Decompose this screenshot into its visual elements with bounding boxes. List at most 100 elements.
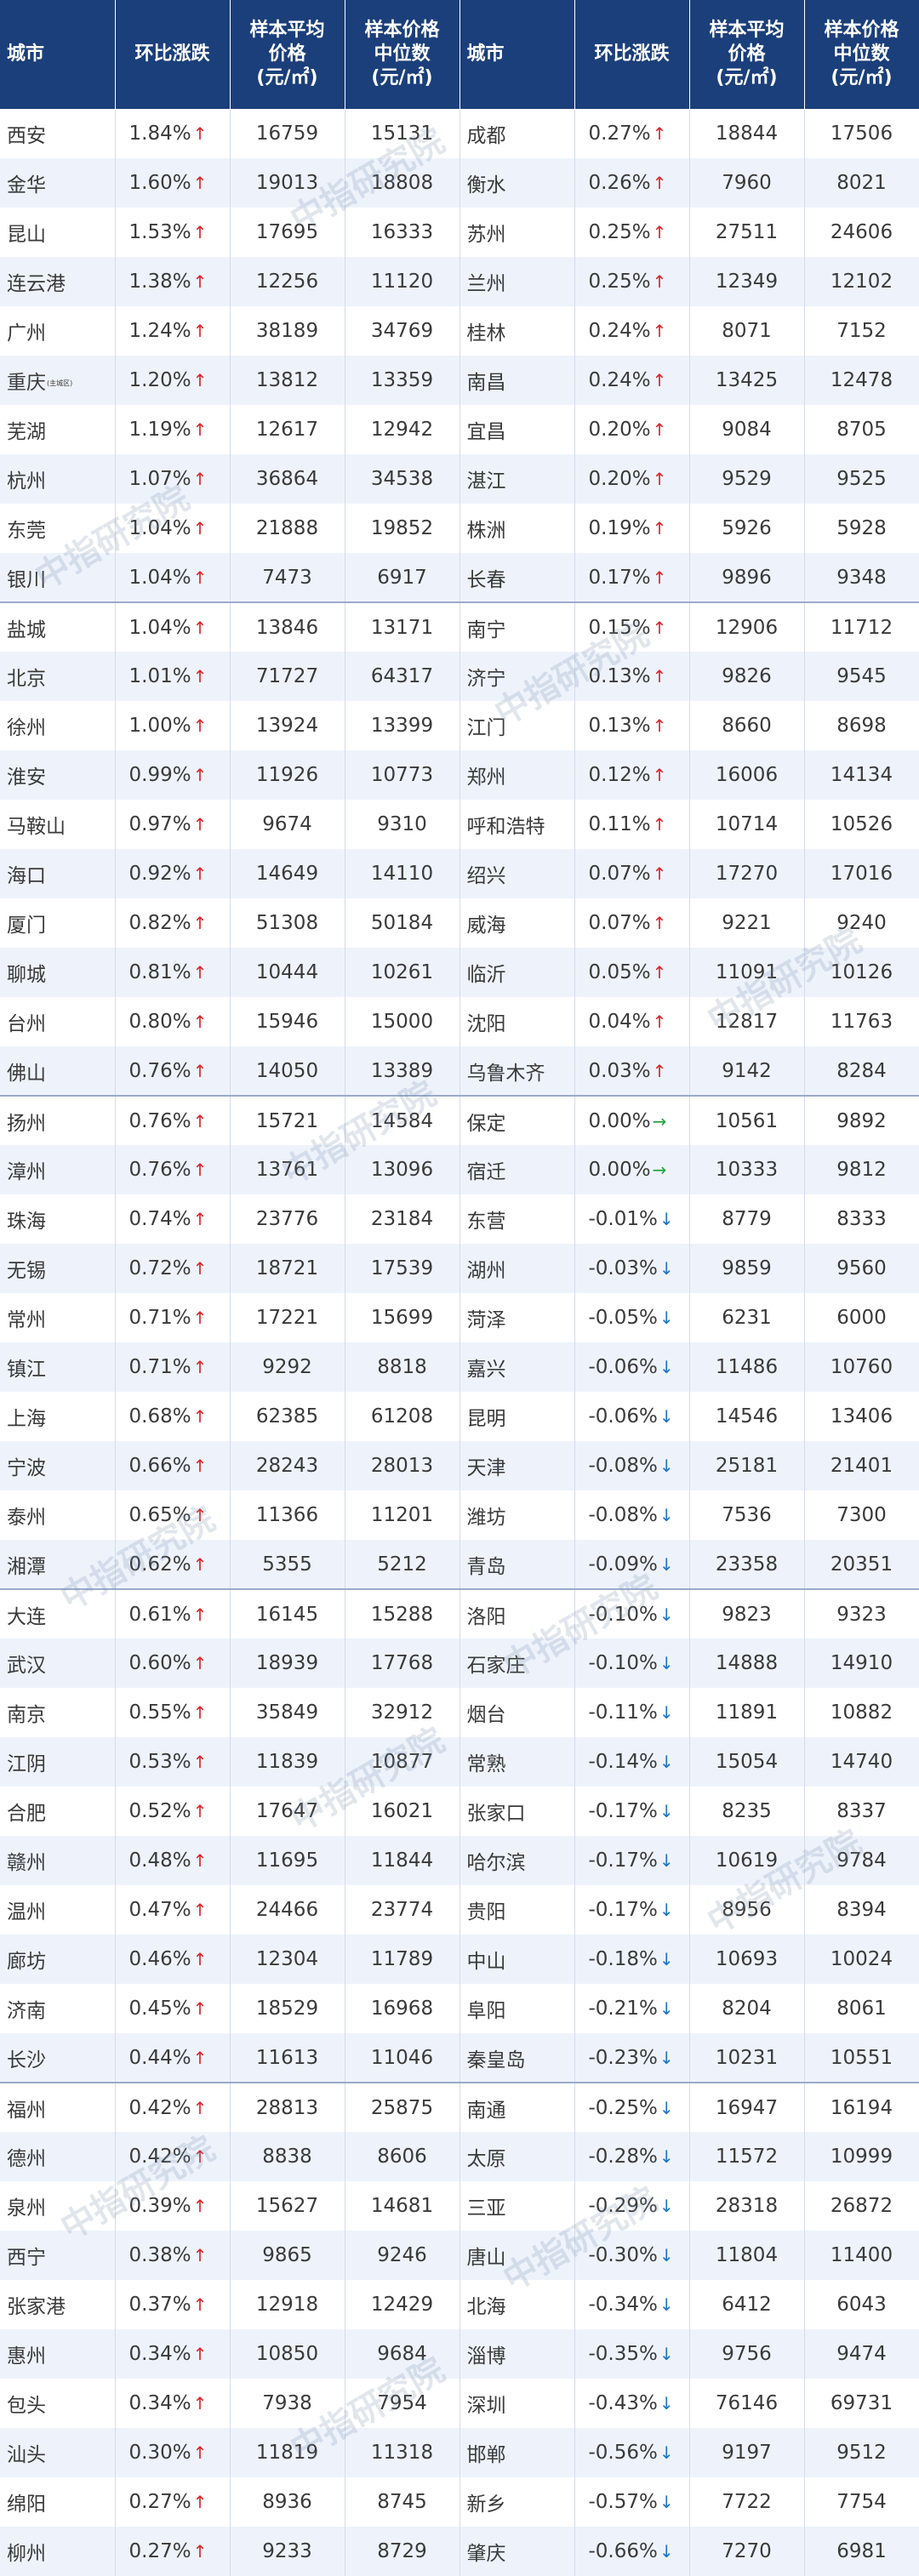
median-price-cell: 10877 xyxy=(345,1737,460,1787)
city-name: 洛阳 xyxy=(466,1605,506,1628)
median-price-cell: 18808 xyxy=(345,158,460,208)
arrow-up-icon: ↑ xyxy=(192,617,208,638)
change-cell: 1.01% ↑ xyxy=(115,652,231,701)
table-body: 西安 1.84% ↑ 16759 15131 成都 0.27% ↑ 18844 17506 金华 1.… xyxy=(0,109,919,2576)
city-cell: 长春 xyxy=(460,553,575,602)
table-row: 福州 0.42% ↑ 28813 25875 南通 -0.25% ↓ 16947 16194 xyxy=(0,2082,919,2132)
median-price-cell: 9560 xyxy=(804,1244,919,1293)
avg-price-cell: 14888 xyxy=(689,1638,805,1688)
city-cell: 沈阳 xyxy=(460,997,575,1046)
median-price-cell: 12942 xyxy=(345,405,460,454)
avg-price-cell: 16759 xyxy=(230,109,345,158)
table-row: 芜湖 1.19% ↑ 12617 12942 宜昌 0.20% ↑ 9084 8705 xyxy=(0,405,919,454)
city-cell: 江阴 xyxy=(0,1737,116,1787)
arrow-up-icon: ↑ xyxy=(192,1060,208,1081)
city-name: 上海 xyxy=(7,1408,46,1430)
arrow-up-icon: ↑ xyxy=(192,913,208,933)
change-cell: 0.81% ↑ xyxy=(115,948,231,997)
avg-price-cell: 11804 xyxy=(689,2231,805,2280)
city-cell: 嘉兴 xyxy=(460,1342,575,1392)
avg-price-cell: 11839 xyxy=(230,1737,345,1787)
avg-price-cell: 8235 xyxy=(689,1787,805,1836)
change-cell: -0.29% ↓ xyxy=(574,2181,690,2231)
avg-price-cell: 11926 xyxy=(230,750,345,800)
median-price-cell: 13389 xyxy=(345,1046,460,1096)
change-value: -0.23% xyxy=(588,2046,658,2069)
median-price-cell: 7152 xyxy=(804,306,919,356)
median-price-cell: 12429 xyxy=(345,2280,460,2329)
arrow-up-icon: ↑ xyxy=(192,2245,208,2265)
change-cell: -0.17% ↓ xyxy=(574,1885,690,1935)
change-cell: 0.66% ↑ xyxy=(115,1441,231,1490)
median-price-cell: 7754 xyxy=(804,2477,919,2527)
change-value: -0.03% xyxy=(588,1257,658,1279)
avg-price-cell: 36864 xyxy=(230,454,345,504)
change-value: 1.60% xyxy=(128,172,191,194)
median-price-cell: 9784 xyxy=(804,1836,919,1885)
table-row: 银川 1.04% ↑ 7473 6917 长春 0.17% ↑ 9896 9348 xyxy=(0,553,919,602)
table-row: 徐州 1.00% ↑ 13924 13399 江门 0.13% ↑ 8660 8698 xyxy=(0,701,919,750)
change-cell: 0.39% ↑ xyxy=(115,2181,231,2231)
change-value: 1.19% xyxy=(128,419,191,441)
city-name: 东莞 xyxy=(7,520,46,542)
city-name: 肇庆 xyxy=(466,2543,506,2565)
change-value: 0.82% xyxy=(128,912,191,934)
city-name: 金华 xyxy=(7,174,46,197)
change-cell: 0.13% ↑ xyxy=(574,652,690,701)
change-cell: -0.17% ↓ xyxy=(574,1836,690,1885)
arrow-up-icon: ↑ xyxy=(192,1406,208,1427)
median-price-cell: 14134 xyxy=(804,750,919,800)
city-cell: 湛江 xyxy=(460,454,575,504)
city-name: 保定 xyxy=(466,1112,506,1135)
median-price-cell: 9684 xyxy=(345,2329,460,2379)
median-price-cell: 8745 xyxy=(345,2477,460,2527)
arrow-up-icon: ↑ xyxy=(192,1110,208,1131)
arrow-up-icon: ↑ xyxy=(192,1357,208,1377)
change-value: -0.18% xyxy=(588,1948,658,1970)
median-price-cell: 9512 xyxy=(804,2428,919,2477)
change-value: 0.27% xyxy=(128,2540,191,2562)
change-cell: 0.68% ↑ xyxy=(115,1392,231,1441)
change-value: -0.43% xyxy=(588,2392,658,2414)
arrow-up-icon: ↑ xyxy=(192,1553,208,1575)
city-name: 重庆 xyxy=(7,372,46,394)
header-avg-unit: (元/㎡) xyxy=(256,66,318,88)
city-name: 盐城 xyxy=(7,618,46,641)
change-cell: 0.38% ↑ xyxy=(115,2231,231,2280)
arrow-up-icon: ↑ xyxy=(652,1060,667,1081)
median-price-cell: 15699 xyxy=(345,1293,460,1342)
city-name: 天津 xyxy=(466,1457,506,1479)
change-value: 0.44% xyxy=(128,2046,191,2069)
arrow-up-icon: ↑ xyxy=(192,2393,208,2414)
city-cell: 上海 xyxy=(0,1392,116,1441)
change-cell: 0.24% ↑ xyxy=(574,306,690,356)
city-cell: 中山 xyxy=(460,1935,575,1984)
avg-price-cell: 9233 xyxy=(230,2527,345,2576)
arrow-down-icon: ↓ xyxy=(659,1801,674,1821)
median-price-cell: 8394 xyxy=(804,1885,919,1935)
median-price-cell: 14910 xyxy=(804,1638,919,1688)
avg-price-cell: 15627 xyxy=(230,2181,345,2231)
avg-price-cell: 11366 xyxy=(230,1490,345,1540)
median-price-cell: 9525 xyxy=(804,454,919,504)
city-name: 威海 xyxy=(466,915,506,937)
city-name: 宁波 xyxy=(7,1457,46,1479)
avg-price-cell: 8956 xyxy=(689,1885,805,1935)
header-change: 环比涨跌 xyxy=(115,0,231,110)
avg-price-cell: 13425 xyxy=(689,356,805,405)
city-name: 东营 xyxy=(466,1211,506,1233)
median-price-cell: 9348 xyxy=(804,553,919,602)
change-cell: 0.74% ↑ xyxy=(115,1194,231,1244)
city-cell: 乌鲁木齐 xyxy=(460,1046,575,1096)
change-value: 0.04% xyxy=(588,1011,651,1033)
city-cell: 威海 xyxy=(460,898,575,948)
header-avg-line1: 样本平均 xyxy=(249,19,325,41)
change-value: 0.12% xyxy=(588,764,651,786)
median-price-cell: 61208 xyxy=(345,1392,460,1441)
median-price-cell: 8606 xyxy=(345,2132,460,2181)
table-row: 赣州 0.48% ↑ 11695 11844 哈尔滨 -0.17% ↓ 10619 9784 xyxy=(0,1836,919,1885)
change-cell: -0.09% ↓ xyxy=(574,1540,690,1589)
median-price-cell: 9812 xyxy=(804,1145,919,1194)
city-cell: 包头 xyxy=(0,2379,116,2428)
arrow-up-icon: ↑ xyxy=(192,1900,208,1920)
